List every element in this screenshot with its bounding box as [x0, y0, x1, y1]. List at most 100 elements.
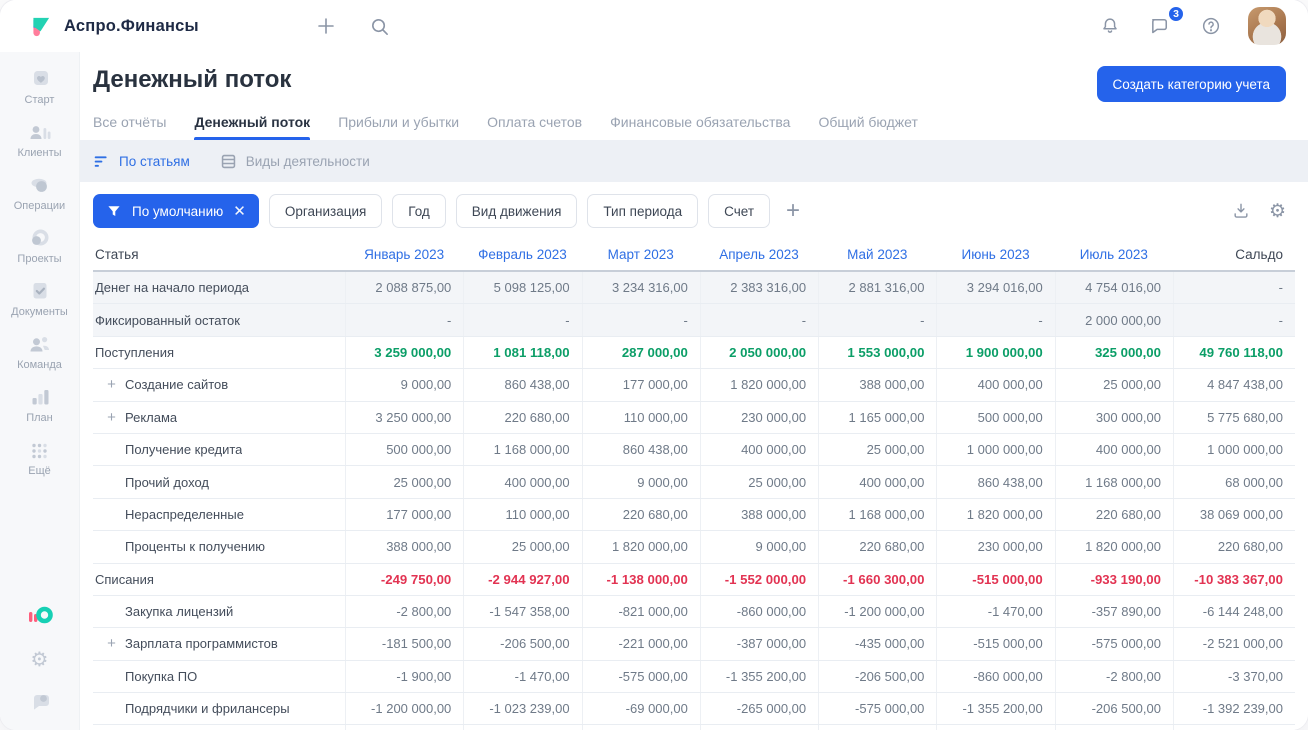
table-row[interactable]: +Нераспределенные177 000,00110 000,00220… [93, 498, 1295, 532]
value-cell: -206 500,00 [818, 660, 936, 693]
filter-chip[interactable]: Тип периода [587, 194, 699, 228]
sidebar-item-projects[interactable]: Проекты [11, 225, 68, 265]
value-cell: 2 000 000,00 [1054, 304, 1173, 336]
expand-icon[interactable]: + [105, 635, 118, 652]
table-row[interactable]: + Создание сайтов 9 000,00 860 438,00 177 00… [93, 369, 1295, 402]
view-tab-activity-types[interactable]: Виды деятельности [220, 153, 370, 170]
value-cell: 177 000,00 [581, 369, 700, 401]
table-row[interactable]: +Покупка ПО-1 900,00-1 470,00-575 000,00… [93, 660, 1295, 694]
saldo-cell: -6 144 248,00 [1172, 595, 1295, 628]
table-row[interactable]: +Проценты к получению388 000,0025 000,00… [93, 531, 1295, 564]
view-tab-by-articles[interactable]: По статьям [93, 153, 190, 170]
table-settings-button[interactable]: ⚙ [1269, 202, 1286, 221]
column-header-month[interactable]: Май 2023 [818, 247, 936, 262]
search-button[interactable] [363, 10, 396, 43]
column-header-saldo: Сальдо [1235, 246, 1283, 262]
value-cell: -357 890,00 [1054, 725, 1173, 730]
filter-chip[interactable]: Вид движения [455, 194, 578, 228]
brand-icon [33, 17, 50, 37]
saldo-cell: 4 847 438,00 [1172, 369, 1295, 401]
value-cell: -860 000,00 [699, 595, 818, 628]
user-avatar[interactable] [1248, 7, 1286, 45]
value-cell: - [699, 304, 818, 336]
column-header-month[interactable]: Март 2023 [582, 247, 700, 262]
value-cell: -206 500,00 [1054, 693, 1173, 725]
value-cell: 177 000,00 [345, 498, 463, 531]
report-tab[interactable]: Общий бюджет [818, 114, 917, 140]
sidebar-item-start[interactable]: Старт [11, 66, 68, 106]
filter-chip[interactable]: Год [392, 194, 446, 228]
table-row[interactable]: Денег на начало периода 2 088 875,00 5 098… [93, 272, 1295, 305]
add-filter-button[interactable]: + [782, 199, 804, 223]
export-button[interactable] [1231, 201, 1251, 221]
clear-filter-icon[interactable]: ✕ [233, 204, 246, 219]
sidebar-item-documents[interactable]: Документы [11, 278, 68, 318]
table-row[interactable]: +Зарплата программистов-2 800,00-1 547 3… [93, 725, 1295, 730]
table-row[interactable]: Фиксированный остаток - - - - - -2 000 000,00- [93, 304, 1295, 337]
saldo-cell: 38 069 000,00 [1172, 498, 1295, 531]
column-header-month[interactable]: Апрель 2023 [700, 247, 818, 262]
settings-icon[interactable]: ⚙ [31, 650, 49, 670]
sidebar-item-clients[interactable]: Клиенты [11, 119, 68, 159]
create-category-button[interactable]: Создать категорию учета [1096, 66, 1286, 102]
value-cell: 1 820 000,00 [699, 369, 818, 401]
sidebar-item-team[interactable]: Команда [11, 331, 68, 371]
sidebar-item-more[interactable]: Ещё [11, 437, 68, 477]
value-cell: -357 890,00 [1054, 595, 1173, 628]
sidebar-item-operations[interactable]: Операции [11, 172, 68, 212]
row-label: Фиксированный остаток [95, 312, 240, 328]
product-logo-icon[interactable] [26, 604, 54, 630]
value-cell: 9 000,00 [699, 531, 818, 563]
value-cell: 25 000,00 [699, 466, 818, 498]
notifications-button[interactable] [1093, 9, 1127, 43]
column-header-month[interactable]: Февраль 2023 [463, 247, 581, 262]
table-row[interactable]: +Закупка лицензий-2 800,00-1 547 358,00-… [93, 595, 1295, 629]
value-cell: -515 000,00 [936, 628, 1054, 660]
sidebar-item-plan[interactable]: План [11, 384, 68, 424]
operations-icon [26, 172, 53, 199]
expand-icon[interactable]: + [105, 376, 118, 393]
expand-icon[interactable]: + [105, 409, 118, 426]
column-header-month[interactable]: Июль 2023 [1055, 247, 1173, 262]
documents-icon [26, 278, 53, 305]
report-tab[interactable]: Прибыли и убытки [338, 114, 459, 140]
value-cell: 1 165 000,00 [818, 401, 936, 433]
column-header-month[interactable]: Январь 2023 [345, 247, 463, 262]
value-cell: 400 000,00 [1054, 433, 1173, 466]
value-cell: -1 470,00 [463, 660, 581, 693]
report-tab[interactable]: Все отчёты [93, 114, 166, 140]
filter-chip[interactable]: Организация [268, 194, 383, 228]
table-row[interactable]: Списания -249 750,00 -2 944 927,00 -1 138 0… [93, 563, 1295, 596]
filter-chips: Организация Год Вид движения Тип периода… [268, 194, 771, 228]
value-cell: -575 000,00 [1054, 628, 1173, 660]
table-row[interactable]: +Прочий доход25 000,00400 000,009 000,00… [93, 466, 1295, 499]
saldo-cell: - [1172, 304, 1295, 336]
report-tab[interactable]: Денежный поток [194, 114, 310, 140]
report-tab[interactable]: Финансовые обязательства [610, 114, 790, 140]
row-label: Подрядчики и фрилансеры [125, 701, 290, 717]
table-row[interactable]: +Подрядчики и фрилансеры-1 200 000,00-1 … [93, 693, 1295, 726]
value-cell: -2 944 927,00 [463, 563, 581, 595]
table-row[interactable]: + Реклама 3 250 000,00 220 680,00 110 000,00… [93, 401, 1295, 434]
report-tab[interactable]: Оплата счетов [487, 114, 582, 140]
value-cell: 400 000,00 [936, 369, 1054, 401]
column-header-month[interactable]: Июнь 2023 [936, 247, 1054, 262]
quick-create-button[interactable] [309, 9, 343, 43]
row-label: Нераспределенные [125, 506, 244, 522]
support-chat-icon[interactable] [28, 690, 52, 714]
value-cell: 287 000,00 [581, 336, 700, 369]
app-logo[interactable]: Аспро.Финансы [28, 13, 199, 39]
team-icon [26, 331, 53, 358]
value-cell: -206 500,00 [463, 628, 581, 660]
table-row[interactable]: + Зарплата программистов -181 500,00 -206 5… [93, 628, 1295, 661]
table-row[interactable]: +Получение кредита500 000,001 168 000,00… [93, 433, 1295, 467]
active-filter-pill[interactable]: По умолчанию ✕ [93, 194, 259, 228]
row-label: Прочий доход [125, 474, 209, 490]
filter-chip[interactable]: Счет [708, 194, 771, 228]
question-icon [1202, 17, 1220, 35]
saldo-cell: -2 521 000,00 [1172, 628, 1295, 660]
messages-button[interactable]: 3 [1143, 4, 1185, 44]
view-mode-bar: По статьям Виды деятельности [80, 140, 1308, 182]
help-button[interactable] [1194, 9, 1228, 43]
table-row[interactable]: Поступления 3 259 000,00 1 081 118,00 287 0… [93, 336, 1295, 370]
